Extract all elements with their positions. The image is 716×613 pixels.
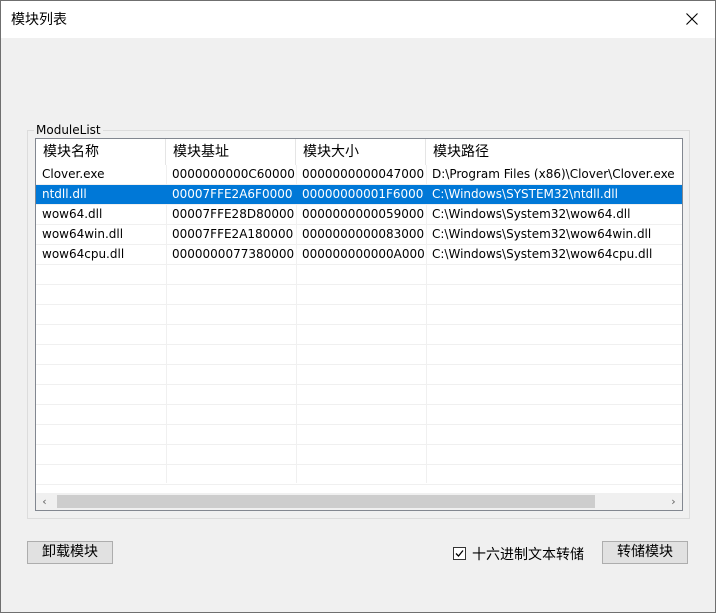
empty-row (36, 345, 682, 365)
module-base-cell: 0000000000C60000 (172, 167, 295, 181)
table-row[interactable]: wow64win.dll 00007FFE2A180000 000000000008… (36, 225, 682, 245)
module-path-cell: C:\Windows\System32\wow64win.dll (432, 227, 652, 241)
scroll-left-icon[interactable]: ‹ (36, 493, 53, 510)
module-size-cell: 0000000000059000 (302, 207, 425, 221)
module-name-cell: ntdll.dll (42, 187, 87, 201)
empty-row (36, 305, 682, 325)
empty-row (36, 445, 682, 465)
module-path-cell: C:\Windows\SYSTEM32\ntdll.dll (432, 187, 618, 201)
unload-module-button[interactable]: 卸载模块 (27, 541, 113, 564)
empty-row (36, 265, 682, 285)
close-icon (686, 13, 698, 25)
empty-row (36, 405, 682, 425)
checkbox-box[interactable] (453, 547, 466, 560)
scroll-right-icon[interactable]: › (665, 493, 682, 510)
horizontal-scrollbar[interactable]: ‹ › (36, 493, 682, 510)
checkbox-label[interactable]: 十六进制文本转储 (472, 546, 584, 564)
close-button[interactable] (669, 1, 715, 38)
table-body: Clover.exe 0000000000C60000 00000000000470… (36, 165, 682, 485)
module-name-cell: wow64win.dll (42, 227, 124, 241)
empty-row (36, 465, 682, 485)
dump-module-button[interactable]: 转储模块 (602, 541, 688, 564)
module-size-cell: 0000000000047000 (302, 167, 425, 181)
column-header-size[interactable]: 模块大小 (296, 139, 426, 165)
table-row[interactable]: wow64.dll 00007FFE28D80000 000000000005900… (36, 205, 682, 225)
module-size-cell: 000000000000A000 (302, 247, 425, 261)
module-base-cell: 0000000077380000 (172, 247, 295, 261)
table-row[interactable]: ntdll.dll 00007FFE2A6F0000 00000000001F600… (36, 185, 682, 205)
module-base-cell: 00007FFE2A180000 (172, 227, 294, 241)
module-name-cell: wow64cpu.dll (42, 247, 125, 261)
scrollbar-thumb[interactable] (57, 495, 595, 508)
module-path-cell: C:\Windows\System32\wow64cpu.dll (432, 247, 653, 261)
module-list-table[interactable]: 模块名称 模块基址 模块大小 模块路径 Clover.exe 0000000000… (35, 138, 683, 511)
empty-row (36, 425, 682, 445)
group-label: ModuleList (34, 123, 103, 137)
column-header-base[interactable]: 模块基址 (166, 139, 296, 165)
table-header: 模块名称 模块基址 模块大小 模块路径 (36, 139, 682, 165)
empty-row (36, 285, 682, 305)
module-base-cell: 00007FFE28D80000 (172, 207, 295, 221)
column-header-name[interactable]: 模块名称 (36, 139, 166, 165)
empty-row (36, 385, 682, 405)
module-name-cell: wow64.dll (42, 207, 103, 221)
module-base-cell: 00007FFE2A6F0000 (172, 187, 293, 201)
module-path-cell: D:\Program Files (x86)\Clover\Clover.exe (432, 167, 675, 181)
column-header-path[interactable]: 模块路径 (426, 139, 682, 165)
module-path-cell: C:\Windows\System32\wow64.dll (432, 207, 631, 221)
module-size-cell: 00000000001F6000 (302, 187, 424, 201)
window-title: 模块列表 (11, 12, 67, 28)
table-row[interactable]: Clover.exe 0000000000C60000 00000000000470… (36, 165, 682, 185)
empty-row (36, 365, 682, 385)
module-size-cell: 0000000000083000 (302, 227, 425, 241)
module-name-cell: Clover.exe (42, 167, 105, 181)
empty-row (36, 325, 682, 345)
table-row[interactable]: wow64cpu.dll 0000000077380000 000000000000… (36, 245, 682, 265)
title-bar[interactable]: 模块列表 (1, 1, 715, 38)
checkmark-icon (455, 550, 464, 557)
